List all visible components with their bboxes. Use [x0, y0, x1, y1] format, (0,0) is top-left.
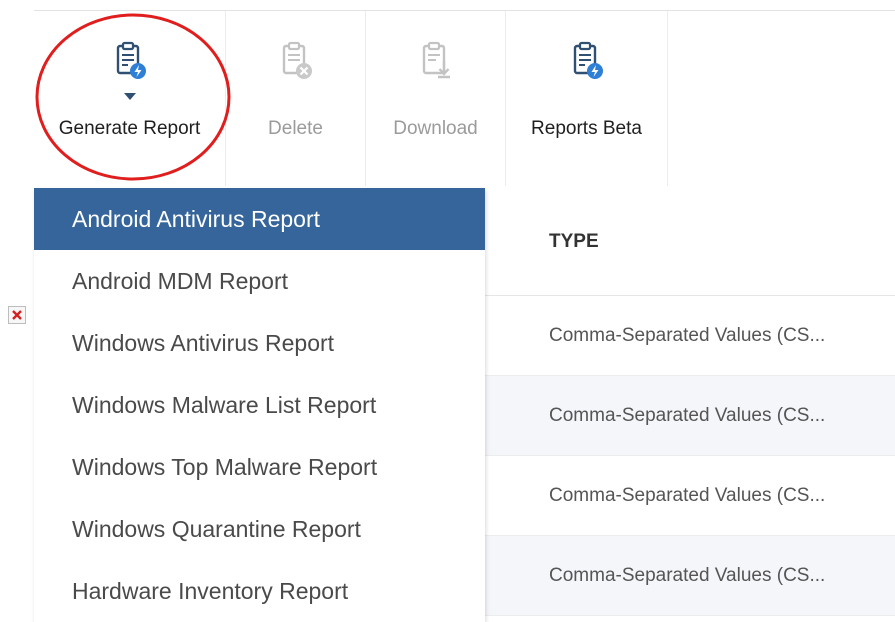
toolbar: Generate Report Delete Download Reports …: [34, 11, 895, 186]
menu-item-windows-malware-list-report[interactable]: Windows Malware List Report: [34, 374, 485, 436]
type-cell: Comma-Separated Values (CS...: [549, 404, 826, 426]
clipboard-download-icon: [422, 41, 450, 79]
table-row[interactable]: Comma-Separated Values (CS...: [485, 296, 895, 376]
table-row[interactable]: Comma-Separated Values (CS...: [485, 376, 895, 456]
broken-image-icon: [8, 306, 26, 324]
menu-item-windows-quarantine-report[interactable]: Windows Quarantine Report: [34, 498, 485, 560]
reports-beta-button[interactable]: Reports Beta: [506, 11, 668, 186]
menu-item-android-antivirus-report[interactable]: Android Antivirus Report: [34, 188, 485, 250]
column-header-type[interactable]: TYPE: [485, 188, 895, 296]
reports-beta-label: Reports Beta: [531, 118, 642, 139]
menu-item-hardware-inventory-report[interactable]: Hardware Inventory Report: [34, 560, 485, 622]
type-cell: Comma-Separated Values (CS...: [549, 484, 826, 506]
type-cell: Comma-Separated Values (CS...: [549, 324, 826, 346]
generate-report-dropdown: Android Antivirus Report Android MDM Rep…: [34, 188, 485, 622]
menu-item-windows-antivirus-report[interactable]: Windows Antivirus Report: [34, 312, 485, 374]
generate-report-label: Generate Report: [58, 118, 201, 139]
delete-button[interactable]: Delete: [226, 11, 366, 186]
table-row[interactable]: Comma-Separated Values (CS...: [485, 456, 895, 536]
clipboard-bolt-icon: [573, 41, 603, 79]
table-row[interactable]: Comma-Separated Values (CS...: [485, 536, 895, 616]
download-label: Download: [393, 118, 478, 139]
download-button[interactable]: Download: [366, 11, 506, 186]
type-cell: Comma-Separated Values (CS...: [549, 564, 826, 586]
delete-label: Delete: [268, 118, 323, 139]
reports-table: TYPE Comma-Separated Values (CS... Comma…: [485, 188, 895, 616]
generate-report-button[interactable]: Generate Report: [34, 11, 226, 186]
clipboard-bolt-icon: [116, 41, 146, 79]
menu-item-android-mdm-report[interactable]: Android MDM Report: [34, 250, 485, 312]
menu-item-windows-top-malware-report[interactable]: Windows Top Malware Report: [34, 436, 485, 498]
chevron-down-icon: [123, 93, 136, 100]
clipboard-x-icon: [282, 41, 312, 79]
